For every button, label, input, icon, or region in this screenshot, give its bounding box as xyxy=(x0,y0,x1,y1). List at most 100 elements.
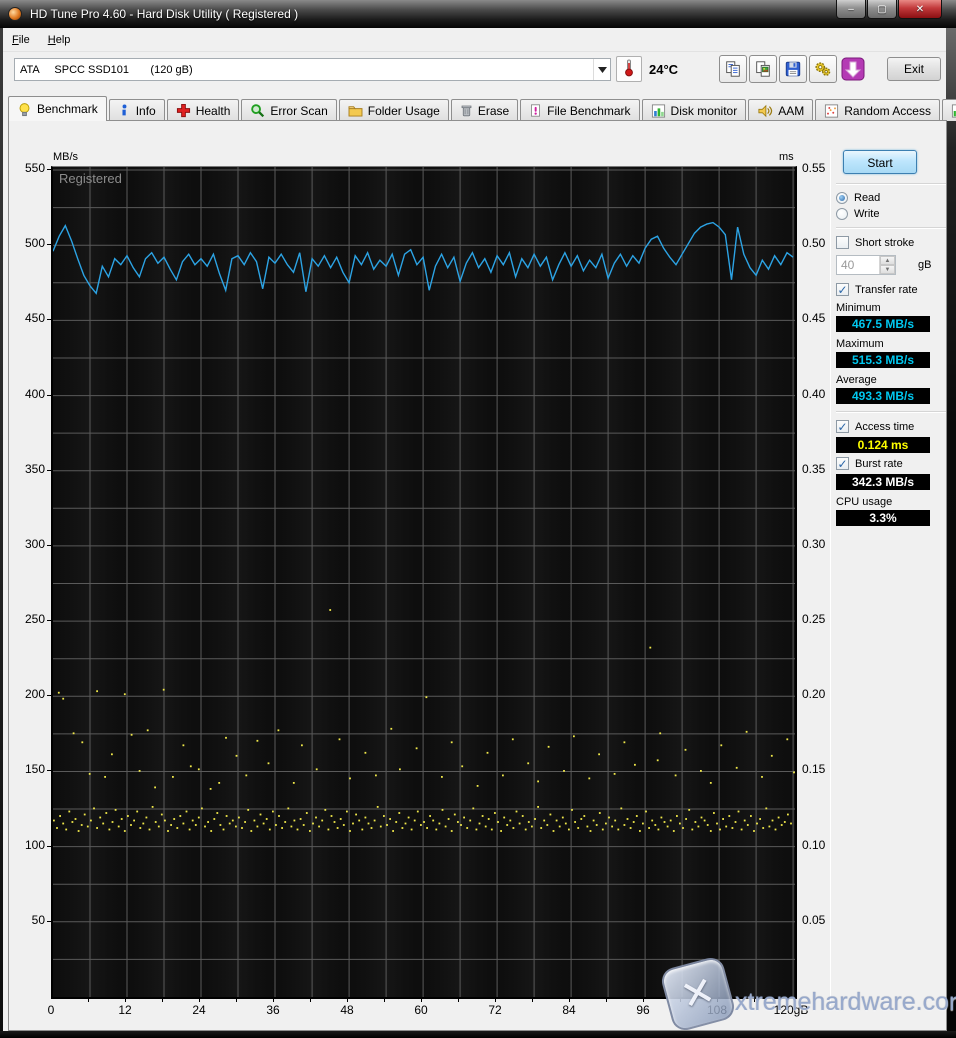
short-stroke-size-input[interactable]: ▲▼ xyxy=(836,255,896,275)
spin-down-icon[interactable]: ▼ xyxy=(880,265,895,274)
start-button[interactable]: Start xyxy=(843,150,917,174)
tab-error-scan[interactable]: Error Scan xyxy=(241,99,336,121)
short-stroke-row[interactable]: Short stroke xyxy=(836,236,946,249)
access-time-row[interactable]: ✓ Access time xyxy=(836,420,946,433)
chart-canvas xyxy=(53,167,795,997)
tab-label: Random Access xyxy=(844,104,931,118)
cpu-usage-value: 3.3% xyxy=(836,510,930,526)
minimize-button[interactable]: – xyxy=(836,0,866,19)
tab-health[interactable]: Health xyxy=(167,99,240,121)
read-label: Read xyxy=(854,192,880,204)
transfer-rate-checkbox[interactable]: ✓ xyxy=(836,283,849,296)
maximize-button[interactable]: ▢ xyxy=(867,0,897,19)
tab-info[interactable]: Info xyxy=(109,99,165,121)
copy-image-button[interactable] xyxy=(749,55,777,83)
right-axis-tick-label: 0.20 xyxy=(802,687,825,701)
download-button[interactable] xyxy=(839,55,867,83)
left-axis-tick-label: 400 xyxy=(11,387,45,401)
separator xyxy=(836,411,946,413)
left-axis-tick-label: 500 xyxy=(11,236,45,250)
drive-selector-value: ATA SPCC SSD101 (120 gB) xyxy=(15,64,593,76)
benchmark-chart: Registered xyxy=(51,166,797,999)
short-stroke-checkbox[interactable] xyxy=(836,236,849,249)
benchmark-panel: Start Read Write Short stroke ▲▼ gB ✓ Tr… xyxy=(836,148,946,528)
close-button[interactable]: ✕ xyxy=(898,0,942,19)
write-radio-row[interactable]: Write xyxy=(836,208,946,220)
tab-file-benchmark[interactable]: File Benchmark xyxy=(520,99,639,121)
chevron-down-icon[interactable] xyxy=(593,59,610,80)
tab-label: Health xyxy=(196,104,231,118)
copy-text-button[interactable] xyxy=(719,55,747,83)
options-button[interactable] xyxy=(809,55,837,83)
left-axis-tick-label: 300 xyxy=(11,537,45,551)
access-time-value: 0.124 ms xyxy=(836,437,930,453)
health-cross-icon xyxy=(176,103,191,118)
right-axis-tick-label: 0.25 xyxy=(802,612,825,626)
left-axis-tick-label: 450 xyxy=(11,311,45,325)
right-axis-tick-label: 0.10 xyxy=(802,838,825,852)
right-axis-tick-label: 0.40 xyxy=(802,387,825,401)
x-axis-tick xyxy=(495,999,496,1002)
write-radio[interactable] xyxy=(836,208,848,220)
burst-rate-checkbox[interactable]: ✓ xyxy=(836,457,849,470)
scatter-icon xyxy=(824,104,839,118)
toolbar: ATA SPCC SSD101 (120 gB) 24°C Exit xyxy=(3,52,946,96)
drive-selector[interactable]: ATA SPCC SSD101 (120 gB) xyxy=(14,58,611,81)
menu-help[interactable]: Help xyxy=(39,31,80,49)
x-axis-tick xyxy=(236,999,237,1002)
access-time-checkbox[interactable]: ✓ xyxy=(836,420,849,433)
read-radio-row[interactable]: Read xyxy=(836,192,946,204)
tab-erase[interactable]: Erase xyxy=(451,99,518,121)
speaker-icon xyxy=(757,104,773,118)
burst-rate-row[interactable]: ✓ Burst rate xyxy=(836,457,946,470)
left-axis-tick-label: 250 xyxy=(11,612,45,626)
transfer-rate-label: Transfer rate xyxy=(855,284,918,296)
left-axis-tick-label: 350 xyxy=(11,462,45,476)
tab-folder-usage[interactable]: Folder Usage xyxy=(339,99,449,121)
average-label: Average xyxy=(836,374,946,386)
right-axis-tick-label: 0.05 xyxy=(802,913,825,927)
exit-button[interactable]: Exit xyxy=(887,57,941,81)
left-axis-tick-label: 50 xyxy=(11,913,45,927)
x-axis-tick xyxy=(532,999,533,1002)
maximum-label: Maximum xyxy=(836,338,946,350)
average-value: 493.3 MB/s xyxy=(836,388,930,404)
copy-icon xyxy=(724,60,742,78)
x-axis-tick-label: 24 xyxy=(177,1003,221,1017)
minimum-value: 467.5 MB/s xyxy=(836,316,930,332)
x-axis-tick xyxy=(310,999,311,1002)
save-button[interactable] xyxy=(779,55,807,83)
spinner-buttons[interactable]: ▲▼ xyxy=(879,256,895,274)
x-axis-tick-label: 48 xyxy=(325,1003,369,1017)
temperature-button[interactable] xyxy=(616,56,642,82)
write-label: Write xyxy=(854,208,879,220)
temperature-value: 24°C xyxy=(649,62,678,77)
x-axis-tick xyxy=(199,999,200,1002)
window-frame-left xyxy=(0,28,3,1038)
short-stroke-unit: gB xyxy=(918,259,931,271)
menu-file[interactable]: File xyxy=(3,31,39,49)
x-axis-tick xyxy=(643,999,644,1002)
x-axis-tick xyxy=(88,999,89,1002)
tab-benchmark[interactable]: Benchmark xyxy=(8,96,107,121)
access-time-label: Access time xyxy=(855,421,914,433)
tab-random-access[interactable]: Random Access xyxy=(815,99,940,121)
app-window: HD Tune Pro 4.60 - Hard Disk Utility ( R… xyxy=(0,0,956,1038)
x-axis-tick xyxy=(421,999,422,1002)
read-radio[interactable] xyxy=(836,192,848,204)
spin-up-icon[interactable]: ▲ xyxy=(880,256,895,265)
separator xyxy=(836,227,946,229)
transfer-rate-row[interactable]: ✓ Transfer rate xyxy=(836,283,946,296)
minimum-label: Minimum xyxy=(836,302,946,314)
short-stroke-size-value[interactable] xyxy=(837,256,879,274)
left-axis-unit: MB/s xyxy=(53,151,78,163)
registered-overlay: Registered xyxy=(59,171,122,186)
tab-disk-monitor[interactable]: Disk monitor xyxy=(642,99,747,121)
right-axis-unit: ms xyxy=(779,151,794,163)
left-axis-tick-label: 100 xyxy=(11,838,45,852)
x-axis-tick-label: 36 xyxy=(251,1003,295,1017)
panel-divider xyxy=(830,150,831,1006)
x-axis-tick xyxy=(569,999,570,1002)
tab-aam[interactable]: AAM xyxy=(748,99,813,121)
tab-extra-tests[interactable]: Extra tests xyxy=(942,99,956,121)
